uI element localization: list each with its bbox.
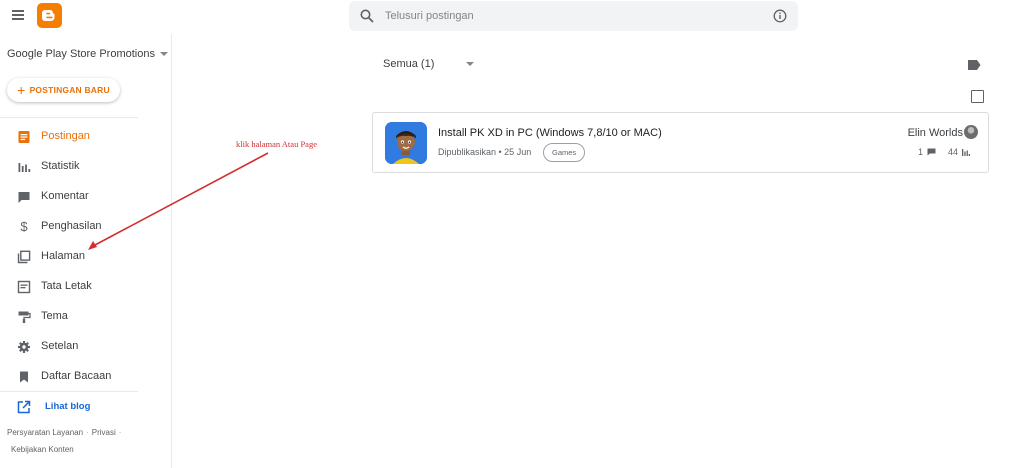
stats-icon [18, 163, 31, 172]
post-title[interactable]: Install PK XD in PC (Windows 7,8/10 or M… [438, 127, 662, 139]
sidebar-item-label: Daftar Bacaan [41, 370, 112, 382]
chevron-down-icon [159, 52, 168, 57]
post-author: Elin Worlds [907, 127, 963, 139]
new-post-button[interactable]: + POSTINGAN BARU [7, 78, 120, 102]
sidebar-item-label: Halaman [41, 250, 86, 262]
sidebar-divider [0, 117, 138, 118]
post-status: Dipublikasikan • 25 Jun [438, 147, 532, 157]
paint-roller-icon [18, 311, 31, 323]
search-icon[interactable] [359, 8, 375, 24]
terms-link[interactable]: Persyaratan Layanan [7, 428, 83, 437]
sidebar-divider [0, 391, 138, 392]
hamburger-menu-icon[interactable] [12, 8, 28, 24]
sidebar-item-earnings[interactable]: $ Penghasilan [0, 214, 160, 240]
view-blog-label: Lihat blog [45, 401, 91, 412]
avatar [964, 125, 978, 139]
sidebar-item-label: Penghasilan [41, 220, 102, 232]
dollar-icon: $ [20, 219, 28, 234]
comment-count: 1 [917, 147, 923, 157]
bookmark-icon [20, 371, 28, 383]
search-bar [349, 1, 798, 31]
annotation-text: klik halaman Atau Page [236, 139, 317, 149]
blog-selector[interactable]: Google Play Store Promotions [7, 48, 168, 60]
label-icon[interactable] [967, 59, 981, 71]
sidebar: Google Play Store Promotions + POSTINGAN… [0, 34, 172, 468]
sidebar-item-label: Statistik [41, 160, 80, 172]
sidebar-item-layout[interactable]: Tata Letak [0, 274, 160, 300]
info-icon[interactable] [773, 9, 787, 23]
sidebar-item-label: Tata Letak [41, 280, 92, 292]
gear-icon [18, 341, 30, 353]
post-stats: 1 44 [918, 147, 970, 157]
post-filter-dropdown[interactable]: Semua (1) [383, 58, 434, 70]
footer-separator: · [86, 428, 89, 437]
view-count: 44 [947, 147, 958, 157]
sidebar-item-label: Komentar [41, 190, 89, 202]
plus-icon: + [17, 82, 26, 98]
footer-links: Persyaratan Layanan · Privasi · Kebijakan K… [7, 424, 157, 458]
blog-name: Google Play Store Promotions [7, 48, 155, 60]
post-label-chip[interactable]: Games [543, 143, 586, 162]
sidebar-item-label: Tema [41, 310, 68, 322]
sidebar-item-pages[interactable]: Halaman [0, 244, 160, 270]
top-bar [0, 0, 1024, 34]
pages-icon [17, 250, 31, 264]
new-post-label: POSTINGAN BARU [29, 85, 110, 95]
blogger-logo-icon[interactable] [37, 3, 62, 28]
sidebar-item-theme[interactable]: Tema [0, 304, 160, 330]
sidebar-item-posts[interactable]: Postingan [0, 124, 160, 150]
privacy-link[interactable]: Privasi [92, 428, 116, 437]
posts-icon [18, 131, 30, 143]
content-policy-link[interactable]: Kebijakan Konten [11, 445, 74, 454]
sidebar-item-stats[interactable]: Statistik [0, 154, 160, 180]
select-all-checkbox[interactable] [971, 90, 984, 103]
post-thumbnail [385, 122, 427, 164]
stats-icon [962, 149, 970, 156]
layout-icon [17, 280, 31, 294]
post-row[interactable]: Install PK XD in PC (Windows 7,8/10 or M… [372, 112, 989, 173]
filter-label: Semua (1) [383, 58, 435, 70]
footer-separator: · [118, 428, 122, 437]
sidebar-item-label: Setelan [41, 340, 79, 352]
comment-icon [927, 148, 936, 156]
sidebar-item-reading-list[interactable]: Daftar Bacaan [0, 364, 160, 390]
sidebar-item-label: Postingan [41, 130, 90, 142]
open-in-new-icon [17, 400, 31, 414]
comment-icon [18, 192, 30, 203]
chevron-down-icon[interactable] [466, 62, 474, 66]
sidebar-item-settings[interactable]: Setelan [0, 334, 160, 360]
search-input[interactable] [385, 6, 765, 26]
view-blog-link[interactable]: Lihat blog [0, 394, 160, 420]
sidebar-item-comments[interactable]: Komentar [0, 184, 160, 210]
